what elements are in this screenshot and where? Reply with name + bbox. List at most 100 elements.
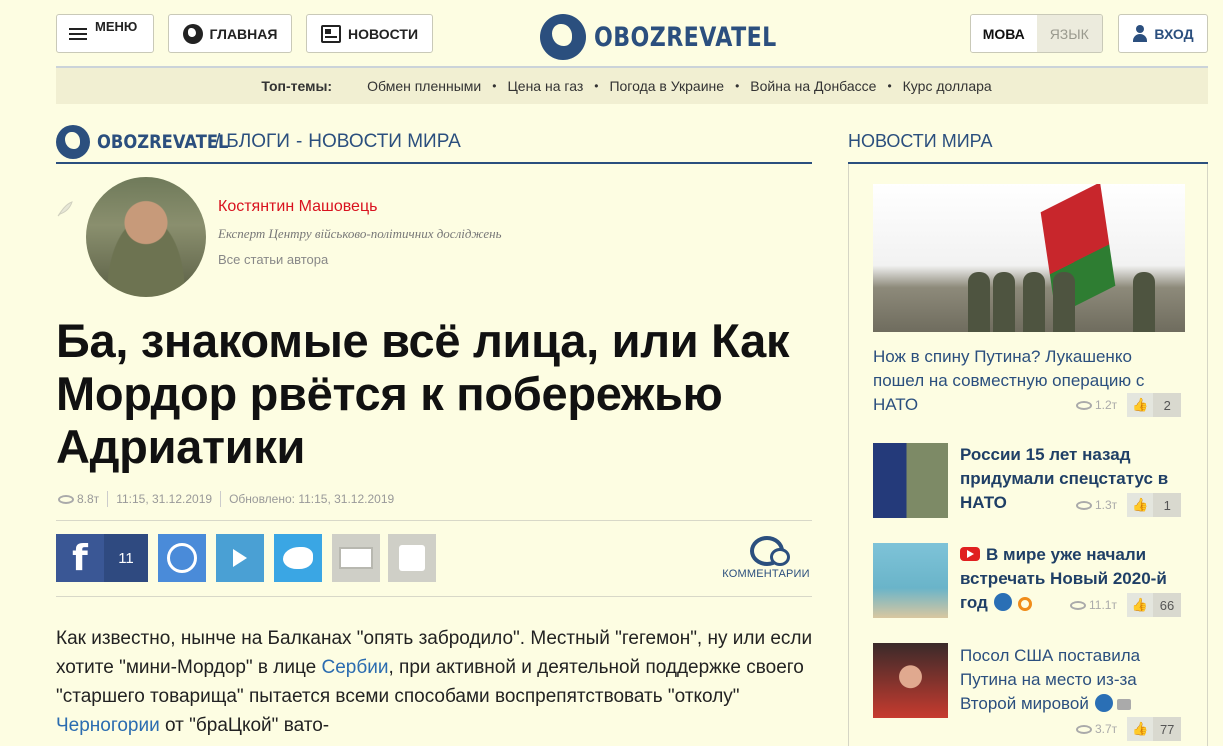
link-serbia[interactable]: Сербии	[322, 657, 389, 678]
divider	[56, 520, 812, 521]
soldier-graphic	[1133, 272, 1155, 332]
topic-link[interactable]: Погода в Украине	[609, 78, 724, 94]
sidebar-title[interactable]: НОВОСТИ МИРА	[848, 121, 1208, 164]
sidebar-news-title: Посол США поставила Путина на место из-з…	[960, 646, 1141, 713]
like-button[interactable]: 👍 2	[1127, 393, 1182, 417]
home-button[interactable]: ГЛАВНАЯ	[168, 14, 292, 53]
top-topics-bar: Топ-темы: Обмен пленными • Цена на газ •…	[56, 66, 1208, 104]
like-count: 66	[1152, 593, 1181, 617]
like-button[interactable]: 👍 1	[1127, 493, 1182, 517]
print-button[interactable]	[388, 534, 436, 582]
divider	[220, 491, 222, 507]
topic-link[interactable]: Обмен пленными	[367, 78, 481, 94]
bullet-icon: •	[492, 79, 497, 93]
topic-link[interactable]: Цена на газ	[507, 78, 583, 94]
facebook-share-button[interactable]: f	[56, 534, 104, 582]
home-label: ГЛАВНАЯ	[209, 25, 278, 42]
soldier-graphic	[993, 272, 1015, 332]
site-header: МЕНЮ ГЛАВНАЯ НОВОСТИ OBOZREVATEL МОВА ЯЗ…	[0, 14, 1223, 60]
telegram-share-button[interactable]	[216, 534, 264, 582]
news-thumbnail[interactable]	[873, 643, 948, 718]
verified-icon	[993, 593, 1012, 611]
bullet-icon: •	[887, 79, 892, 93]
article-title: Ба, знакомые всё лица, или Как Мордор рв…	[56, 314, 790, 473]
lang-ru-button[interactable]: ЯЗЫК	[1036, 15, 1102, 52]
lang-ua-button[interactable]: МОВА	[971, 15, 1037, 52]
user-icon	[1132, 25, 1148, 42]
like-button[interactable]: 👍 66	[1126, 593, 1181, 617]
body-text: от "браЦкой" вато-	[159, 715, 330, 736]
like-button[interactable]: 👍 77	[1127, 717, 1182, 741]
news-stats: 3.7т 👍 77	[1076, 717, 1182, 741]
eye-icon	[1076, 724, 1092, 734]
site-logo[interactable]: OBOZREVATEL	[540, 14, 817, 60]
comments-label: КОММЕНТАРИИ	[722, 568, 810, 580]
bullet-icon: •	[594, 79, 599, 93]
news-stats: 11.1т 👍 66	[1070, 593, 1181, 617]
news-image[interactable]	[873, 184, 1185, 332]
thumbs-up-icon: 👍	[1127, 493, 1154, 517]
news-thumbnail[interactable]	[873, 443, 948, 518]
soldier-graphic	[1023, 272, 1045, 332]
language-switch: МОВА ЯЗЫК	[970, 14, 1103, 53]
newspaper-icon	[320, 24, 341, 43]
login-label: ВХОД	[1154, 25, 1194, 42]
author-avatar[interactable]	[86, 177, 206, 297]
topic-link[interactable]: Курс доллара	[903, 78, 992, 94]
logo-globe-icon[interactable]	[56, 124, 90, 159]
news-stats: 1.2т 👍 2	[1076, 393, 1182, 417]
sidebar-news-item[interactable]: Посол США поставила Путина на место из-з…	[960, 644, 1190, 716]
news-views: 1.3т	[1095, 498, 1118, 512]
breadcrumb-world-news[interactable]: НОВОСТИ МИРА	[308, 131, 461, 153]
news-stats: 1.3т 👍 1	[1076, 493, 1182, 517]
eye-icon	[1070, 600, 1086, 610]
like-count: 77	[1153, 717, 1182, 741]
article-updated: Обновлено: 11:15, 31.12.2019	[229, 492, 395, 506]
news-thumbnail[interactable]	[873, 543, 948, 618]
divider	[56, 596, 812, 597]
author-description: Експерт Центру військово-політичних досл…	[218, 226, 502, 241]
messenger-share-button[interactable]	[158, 534, 206, 582]
envelope-icon	[339, 547, 373, 569]
article-meta: 8.8т 11:15, 31.12.2019 Обновлено: 11:15,…	[58, 491, 394, 507]
login-button[interactable]: ВХОД	[1118, 14, 1208, 53]
youtube-icon	[960, 547, 980, 561]
eye-icon	[1076, 400, 1092, 410]
topic-link[interactable]: Война на Донбассе	[750, 78, 876, 94]
news-button[interactable]: НОВОСТИ	[306, 14, 433, 53]
article-body: Как известно, нынче на Балканах "опять з…	[56, 624, 816, 740]
author-all-articles-link[interactable]: Все статьи автора	[218, 252, 328, 267]
thumbs-up-icon: 👍	[1126, 593, 1153, 617]
flag-graphic	[1040, 184, 1116, 316]
comments-icon	[746, 534, 790, 566]
hot-icon	[1017, 597, 1032, 611]
feather-icon	[57, 201, 73, 217]
bullet-icon: •	[735, 79, 740, 93]
like-count: 2	[1153, 393, 1182, 417]
breadcrumb-brand[interactable]: OBOZREVATEL	[97, 131, 228, 153]
printer-icon	[399, 545, 425, 571]
soldier-graphic	[1053, 272, 1075, 332]
hamburger-icon	[69, 25, 87, 43]
link-montenegro[interactable]: Черногории	[56, 715, 160, 736]
comments-button[interactable]: КОММЕНТАРИИ	[720, 534, 812, 580]
facebook-share-count[interactable]: 11	[104, 534, 148, 582]
eye-icon	[1076, 500, 1092, 510]
news-views: 3.7т	[1095, 722, 1118, 736]
camera-icon	[1116, 699, 1131, 710]
news-views: 11.1т	[1089, 598, 1117, 612]
verified-icon	[1094, 694, 1113, 712]
article-published: 11:15, 31.12.2019	[116, 492, 213, 506]
breadcrumb-separator: -	[295, 130, 303, 152]
twitter-share-button[interactable]	[274, 534, 322, 582]
telegram-icon	[233, 549, 247, 567]
logo-globe-icon	[540, 14, 586, 60]
news-label: НОВОСТИ	[347, 25, 419, 42]
author-name[interactable]: Костянтин Машовець	[218, 198, 377, 216]
breadcrumb-blogs[interactable]: БЛОГИ	[226, 131, 290, 153]
divider	[107, 491, 109, 507]
breadcrumb: OBOZREVATEL / БЛОГИ - НОВОСТИ МИРА	[56, 121, 812, 164]
menu-button[interactable]: МЕНЮ	[56, 14, 154, 53]
menu-label: МЕНЮ	[95, 19, 138, 34]
email-share-button[interactable]	[332, 534, 380, 582]
